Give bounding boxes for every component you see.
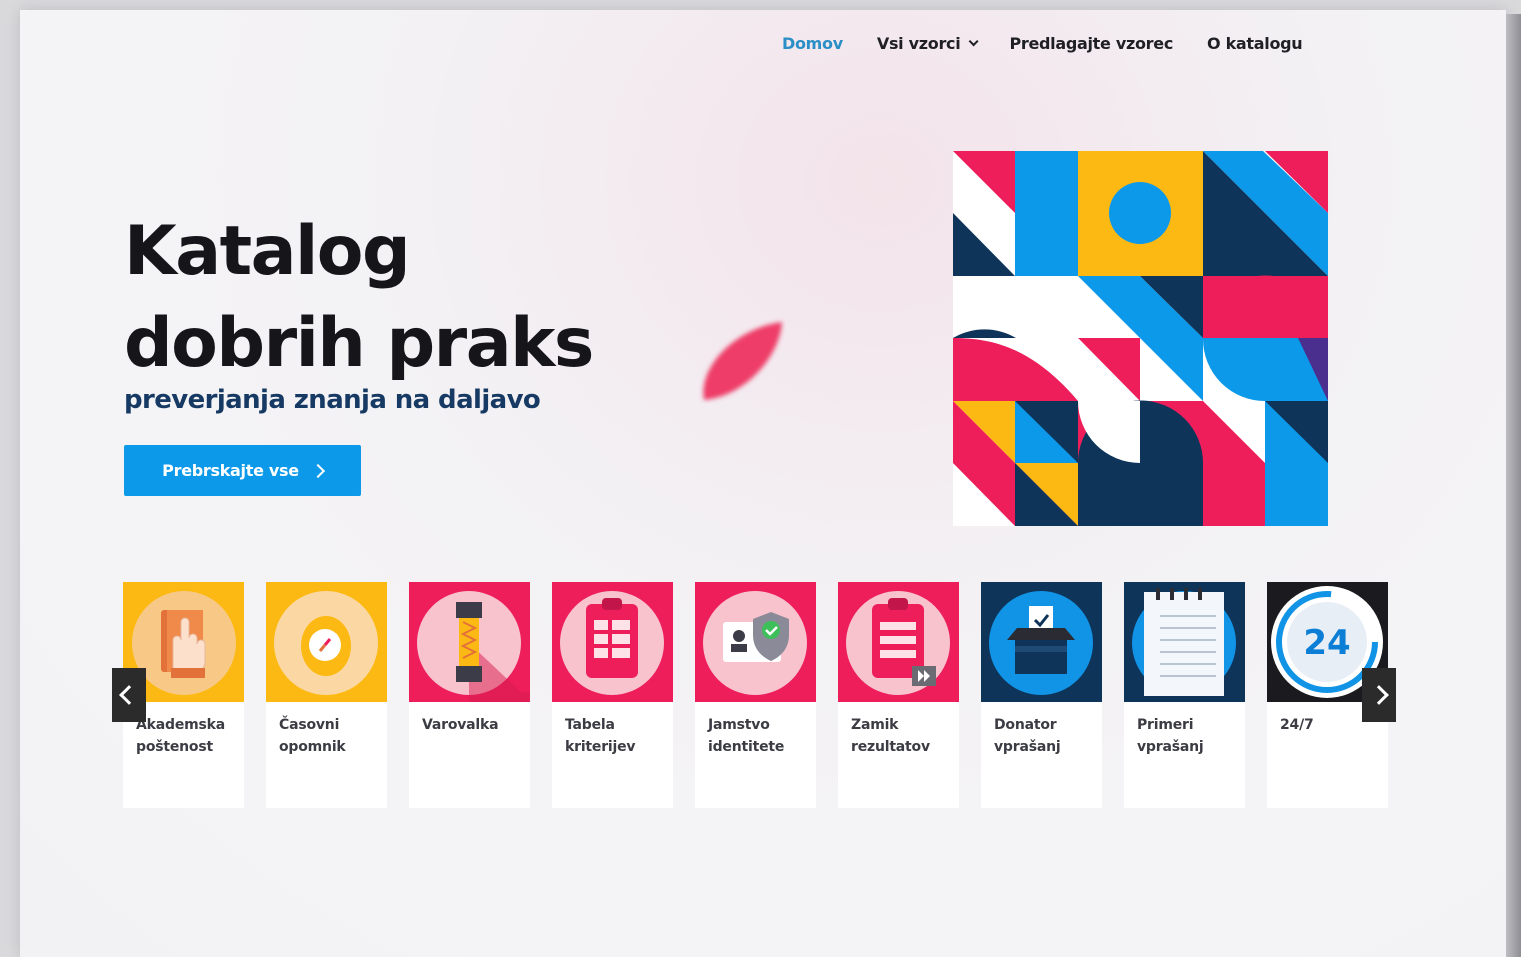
card-label: Primeri vprašanj (1137, 717, 1204, 755)
card-question-examples[interactable]: Primeri vprašanj (1124, 582, 1245, 808)
chevron-left-icon (119, 685, 139, 705)
fuse-icon (417, 591, 530, 702)
decorative-petal (703, 322, 782, 400)
geometric-pattern-illustration (953, 151, 1328, 526)
carousel-next-button[interactable] (1362, 668, 1396, 722)
card-time-reminder[interactable]: Časovni opomnik (266, 582, 387, 808)
id-shield-icon (703, 591, 807, 695)
nav-home-label: Domov (782, 34, 843, 53)
card-label: Jamstvo identitete (708, 717, 785, 755)
title-line-1: Katalog (124, 212, 411, 291)
nav-home[interactable]: Domov (782, 34, 843, 53)
card-label: Tabela kriterijev (565, 717, 636, 755)
pattern-carousel: Akademska poštenost Časovni opomnik Varo… (123, 582, 1393, 808)
chevron-right-icon (310, 463, 325, 478)
nav-about-label: O katalogu (1207, 34, 1303, 53)
clipboard-grid-icon (560, 591, 664, 695)
browse-all-label: Prebrskajte vse (162, 461, 299, 480)
carousel-prev-button[interactable] (112, 668, 146, 722)
card-question-donor[interactable]: Donator vprašanj (981, 582, 1102, 808)
nav-about[interactable]: O katalogu (1207, 34, 1303, 53)
page-title: Katalog dobrih praks (124, 206, 594, 390)
page-subtitle: preverjanja znanja na daljavo (124, 385, 541, 415)
card-image (266, 582, 387, 702)
page: Domov Vsi vzorci Predlagajte vzorec O ka… (20, 10, 1506, 957)
card-image (695, 582, 816, 702)
chevron-right-icon (1369, 685, 1389, 705)
card-image (552, 582, 673, 702)
card-label: Zamik rezultatov (851, 717, 930, 755)
notepad-icon (1132, 588, 1236, 696)
nav-all-patterns[interactable]: Vsi vzorci (876, 34, 980, 53)
nav-suggest-label: Predlagajte vzorec (1009, 34, 1174, 53)
card-fuse[interactable]: Varovalka (409, 582, 530, 808)
card-label: Varovalka (422, 717, 499, 733)
card-criteria-table[interactable]: Tabela kriterijev (552, 582, 673, 808)
card-result-delay[interactable]: Zamik rezultatov (838, 582, 959, 808)
card-image (1124, 582, 1245, 702)
egg-timer-icon (274, 591, 378, 695)
chevron-down-icon (969, 36, 980, 47)
nav-suggest-pattern[interactable]: Predlagajte vzorec (1009, 34, 1173, 53)
ballot-box-icon (989, 591, 1093, 695)
main-nav: Domov Vsi vzorci Predlagajte vzorec O ka… (782, 34, 1336, 53)
card-identity-guarantee[interactable]: Jamstvo identitete (695, 582, 816, 808)
card-label: Donator vprašanj (994, 717, 1061, 755)
card-label: Časovni opomnik (279, 717, 346, 755)
browse-all-button[interactable]: Prebrskajte vse (124, 445, 361, 496)
nav-all-patterns-label: Vsi vzorci (876, 34, 961, 53)
title-line-2: dobrih praks (124, 304, 594, 383)
clipboard-delay-icon (846, 591, 950, 695)
card-image (409, 582, 530, 702)
card-image (981, 582, 1102, 702)
svg-text:24: 24 (1303, 623, 1350, 663)
card-image (838, 582, 959, 702)
window-edge (1506, 14, 1521, 957)
